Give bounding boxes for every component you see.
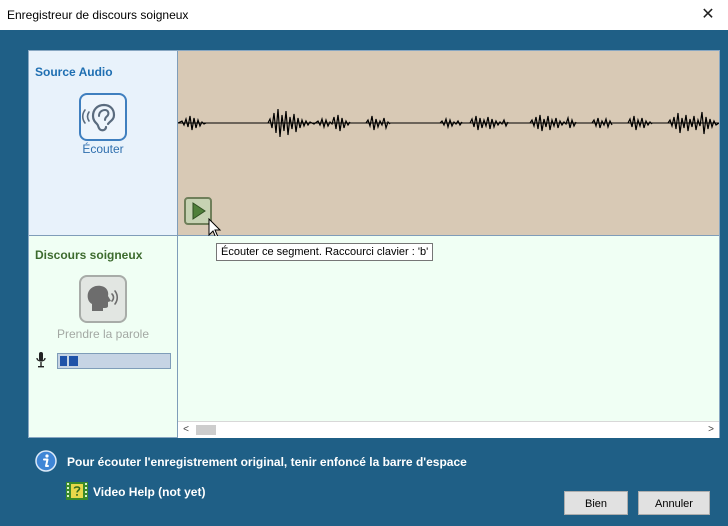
listen-button[interactable] [79,93,127,141]
mic-level-fill [60,356,78,366]
dialog-body: Source Audio Écouter Discours soigneux P… [0,30,728,526]
ok-button[interactable]: Bien [564,491,628,515]
scrollbar-thumb[interactable] [196,425,216,435]
info-text: Pour écouter l'enregistrement original, … [67,455,467,469]
ear-icon [81,103,116,132]
play-icon [192,202,206,220]
speak-label: Prendre la parole [56,327,150,341]
info-icon [35,450,57,472]
mic-level-meter [57,353,171,369]
close-button[interactable]: ✕ [688,0,728,30]
video-help-icon [66,482,88,500]
left-pane: Source Audio Écouter Discours soigneux P… [29,51,178,437]
source-audio-title: Source Audio [35,65,113,79]
waveform-area[interactable] [178,51,719,239]
window-title: Enregistreur de discours soigneux [7,8,189,22]
listen-label: Écouter [82,142,124,156]
title-bar: Enregistreur de discours soigneux ✕ [0,0,728,30]
waveform-graphic [178,108,719,138]
speaking-head-icon [87,285,119,311]
source-audio-section: Source Audio Écouter [29,51,177,236]
recording-workarea: Source Audio Écouter Discours soigneux P… [28,50,720,438]
scroll-left-arrow[interactable]: < [178,422,194,438]
horizontal-scrollbar[interactable]: < > [178,421,719,438]
microphone-icon [36,352,46,368]
tooltip: Écouter ce segment. Raccourci clavier : … [216,243,434,261]
cancel-button[interactable]: Annuler [638,491,710,515]
scroll-right-arrow[interactable]: > [703,422,719,438]
video-help-link[interactable]: Video Help (not yet) [93,485,205,499]
careful-speech-title: Discours soigneux [35,248,143,262]
careful-speech-section: Discours soigneux Prendre la parole [29,236,177,437]
right-pane: Écouter ce segment. Raccourci clavier : … [178,51,719,438]
careful-speech-area[interactable] [178,236,719,437]
speak-button[interactable] [79,275,127,323]
